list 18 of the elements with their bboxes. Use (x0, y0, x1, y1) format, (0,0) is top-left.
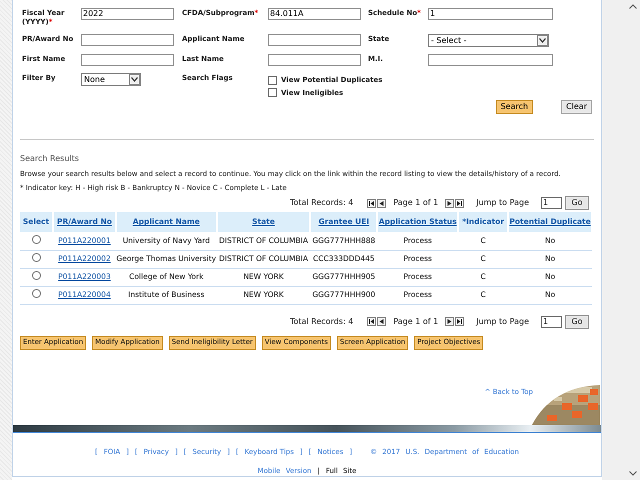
clear-button[interactable]: Clear (561, 100, 592, 114)
jump-label: Jump to Page (476, 197, 529, 209)
page-number-field[interactable]: 1 (541, 316, 562, 328)
search-button[interactable]: Search (496, 100, 534, 114)
jump-label: Jump to Page (476, 316, 529, 328)
text-field[interactable]: 2022 (81, 8, 174, 20)
total-records: Total Records: 4 (290, 197, 354, 209)
total-records: Total Records: 4 (290, 316, 354, 328)
section-title: Search Results (20, 153, 80, 165)
page-indicator: Page 1 of 1 (393, 316, 438, 328)
page-indicator: Page 1 of 1 (393, 197, 438, 209)
select-field[interactable]: None (81, 73, 141, 86)
text-field[interactable]: 84.011A (268, 8, 361, 20)
go-button[interactable]: Go (565, 314, 589, 328)
page-number-field[interactable]: 1 (541, 197, 562, 209)
text-field[interactable]: 1 (428, 8, 553, 20)
select-field[interactable]: - Select - (428, 34, 549, 47)
go-button[interactable]: Go (565, 196, 589, 210)
